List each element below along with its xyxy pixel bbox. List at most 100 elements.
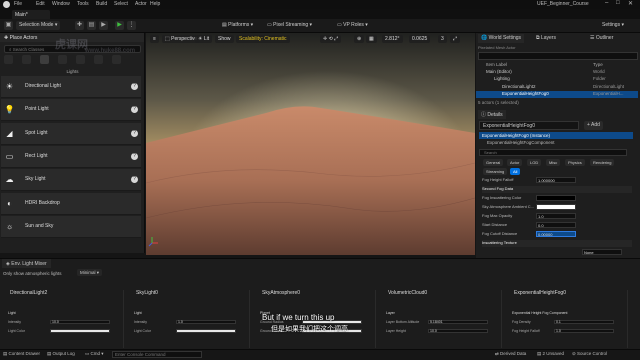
mixer-field-value[interactable] [50, 329, 110, 333]
mixer-field-value[interactable]: 5.18401 [428, 320, 488, 324]
category-lights-icon[interactable] [40, 55, 49, 64]
prop-value[interactable]: 0.00000 [536, 231, 576, 237]
instance-row[interactable]: ExponentialHeightFog0 (Instance) [479, 132, 633, 139]
close-icon[interactable]: ✕ [628, 0, 633, 7]
help-icon[interactable]: ? [131, 152, 138, 160]
category-all-icon[interactable] [112, 55, 121, 64]
outliner-col-type[interactable]: Type [593, 62, 603, 67]
add-actor-icon[interactable]: ✚ [75, 21, 84, 30]
prop-sky-atmosphere-ambient-c[interactable]: Sky Atmosphere Ambient C... [482, 204, 632, 211]
help-icon[interactable]: ? [131, 129, 138, 137]
filter-streaming[interactable]: Streaming [483, 168, 508, 175]
lit-button[interactable]: ☀ Lit [195, 35, 213, 43]
menu-edit[interactable]: Edit [36, 1, 45, 7]
maximize-viewport-icon[interactable]: ⤢ [450, 35, 461, 43]
play-icon[interactable]: ▶ [115, 21, 124, 30]
filter-misc[interactable]: Misc [546, 159, 561, 166]
outliner-row-exponentialheightfog0[interactable]: ExponentialHeightFog0 ExponentialH... [476, 90, 638, 98]
tab-details[interactable]: ⓘ Details [478, 110, 506, 119]
category-visual-icon[interactable] [76, 55, 85, 64]
tab-outliner[interactable]: ☰ Outliner [587, 34, 616, 43]
vp-roles-button[interactable]: ▭ VP Roles ▾ [334, 21, 371, 30]
filter-actor[interactable]: Actor [507, 159, 523, 166]
tab-world-settings[interactable]: 🌐 World Settings [478, 34, 525, 43]
prop-fog-height-falloff[interactable]: Fog Height Falloff 1.000000 [482, 177, 632, 184]
menu-window[interactable]: Window [52, 1, 70, 7]
actor-item-hdri-backdrop[interactable]: ◐ HDRI Backdrop [1, 192, 141, 215]
pixel-streaming-button[interactable]: ▭ Pixel Streaming ▾ [264, 21, 315, 30]
prop-value[interactable]: 0.0 [536, 222, 576, 228]
prop-start-distance[interactable]: Start Distance 0.0 [482, 222, 632, 229]
outliner-row-lighting[interactable]: Lighting Folder [476, 76, 638, 83]
add-component-button[interactable]: + Add [584, 121, 603, 130]
viewport-menu-icon[interactable]: ≡ [150, 35, 159, 43]
actor-item-sky-light[interactable]: ☁ Sky Light? [1, 169, 141, 192]
output-log-button[interactable]: ▤ Output Log [47, 351, 75, 357]
category-basic-icon[interactable] [22, 55, 31, 64]
component-row[interactable]: ExponentialHeightFogComponent [479, 140, 633, 146]
filter-physics[interactable]: Physics [565, 159, 585, 166]
menu-select[interactable]: Select [114, 1, 128, 7]
outliner-row-directionallight2[interactable]: DirectionalLight2 DirectionalLight [476, 84, 638, 91]
env-light-mixer-tab[interactable]: ◈ Env. Light Mixer [2, 259, 51, 268]
outliner-row-main-editor[interactable]: Main (Editor) World [476, 69, 638, 76]
menu-file[interactable]: File [14, 1, 22, 7]
filter-rendering[interactable]: Rendering [590, 159, 615, 166]
prop-value[interactable]: 1.0 [536, 213, 576, 219]
help-icon[interactable]: ? [131, 176, 138, 184]
world-local-icon[interactable]: ⊕ [354, 35, 365, 43]
actor-item-spot-light[interactable]: ◢ Spot Light? [1, 122, 141, 145]
color-swatch[interactable] [536, 204, 576, 210]
unreal-logo-icon[interactable] [3, 1, 10, 8]
mixer-field-value[interactable]: 1.0 [176, 320, 236, 324]
help-icon[interactable]: ? [131, 83, 138, 90]
mixer-field-value[interactable]: 10.0 [428, 329, 488, 333]
settings-button[interactable]: Settings ▾ [599, 21, 627, 30]
texture-dropdown[interactable]: None [582, 249, 622, 255]
derived-data-button[interactable]: ⇄ Derived Data [495, 351, 526, 357]
platforms-button[interactable]: ▤ Platforms ▾ [219, 21, 256, 30]
prop-fog-max-opacity[interactable]: Fog Max Opacity 1.0 [482, 213, 632, 220]
source-control-button[interactable]: ⊘ Source Control [572, 351, 607, 357]
mixer-field-value[interactable]: 1.0 [554, 329, 614, 333]
tab-layers[interactable]: ⧉ Layers [533, 34, 559, 43]
unsaved-button[interactable]: ▤ 2 Unsaved [537, 351, 564, 357]
actor-item-rect-light[interactable]: ▭ Rect Light? [1, 145, 141, 168]
menu-tools[interactable]: Tools [77, 1, 89, 7]
category-shapes-icon[interactable] [58, 55, 67, 64]
maximize-icon[interactable]: □ [616, 0, 620, 6]
help-icon[interactable]: ? [131, 106, 138, 114]
level-tab[interactable]: Main* [12, 10, 50, 19]
actor-item-sun-and-sky[interactable]: ☼ Sun and Sky [1, 215, 141, 238]
transform-tools[interactable]: ✛ ⟲ ⤢ [320, 35, 342, 43]
show-button[interactable]: Show [215, 35, 234, 43]
menu-build[interactable]: Build [96, 1, 107, 7]
mixer-mode-dropdown[interactable]: Minimal ▾ [77, 269, 103, 276]
mixer-field-value[interactable] [176, 329, 236, 333]
actor-item-directional-light[interactable]: ☀ Directional Light? [1, 76, 141, 98]
prop-texture-value[interactable]: None [482, 249, 632, 256]
category-recent-icon[interactable] [4, 55, 13, 64]
selection-mode-button[interactable]: Selection Mode ▾ [16, 21, 61, 30]
filter-lod[interactable]: LOD [527, 159, 542, 166]
minimize-icon[interactable]: – [605, 0, 608, 6]
cinematics-icon[interactable]: ▶ [99, 21, 108, 30]
console-input[interactable]: Enter Console Command [112, 351, 202, 358]
play-options-icon[interactable]: ⋮ [127, 21, 136, 30]
scale-snap-value[interactable]: 0.0625 [409, 35, 431, 43]
scalability-warning[interactable]: Scalability: Cinematic [236, 35, 290, 43]
angle-snap-value[interactable]: 2.812° [382, 35, 403, 43]
cmd-dropdown[interactable]: ▭ Cmd ▾ [85, 351, 104, 357]
actor-name-field[interactable]: ExponentialHeightFog0 [479, 121, 579, 130]
prop-fog-inscattering-color[interactable]: Fog Inscattering Color [482, 195, 632, 202]
mixer-field-value[interactable]: 10.0 [50, 320, 110, 324]
details-search-input[interactable]: Search [479, 149, 627, 156]
outliner-search-input[interactable] [478, 52, 638, 60]
filter-all[interactable]: All [510, 168, 521, 175]
camera-speed-value[interactable]: 3 [438, 35, 447, 43]
prop-fog-cutoff-distance[interactable]: Fog Cutoff Distance 0.00000 [482, 231, 632, 238]
outliner-col-label[interactable]: Item Label [486, 62, 507, 67]
save-icon[interactable]: ▣ [4, 21, 13, 30]
snap-icon[interactable]: ▦ [366, 35, 377, 43]
filter-general[interactable]: General [483, 159, 504, 166]
